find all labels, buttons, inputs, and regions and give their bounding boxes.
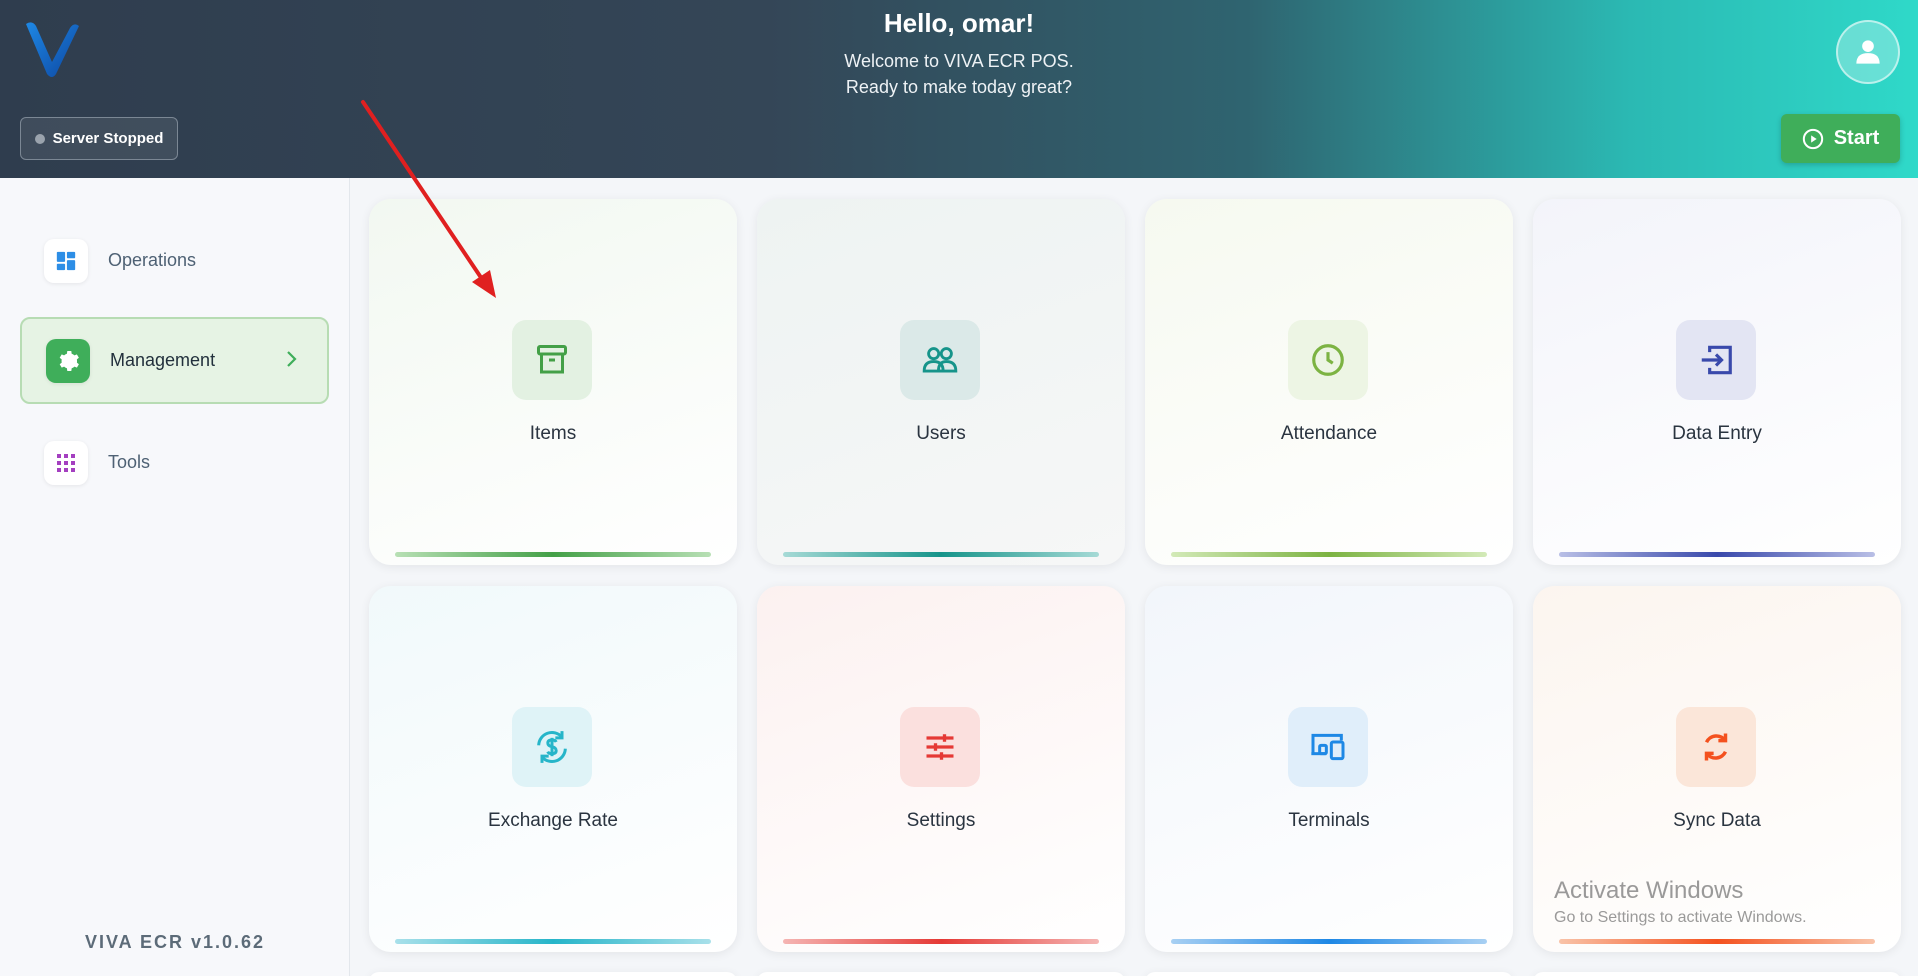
currency-exchange-icon [512, 707, 592, 787]
sidebar-item-label: Tools [108, 452, 151, 472]
greeting-title: Hello, omar! [883, 8, 1035, 38]
card-accent-bar [395, 552, 711, 557]
dashboard-icon [44, 238, 88, 283]
welcome-text: Welcome to VIVA ECR POS. [844, 51, 1074, 71]
chevron-right-icon [287, 351, 297, 367]
sidebar: Operations Management Tools VIVA ECR v1.… [0, 178, 350, 976]
watermark-title: Activate Windows [1554, 877, 1744, 904]
card-partial [1533, 972, 1901, 976]
card-label: Items [529, 423, 577, 444]
card-accent-bar [783, 552, 1099, 557]
card-accent-bar [395, 939, 711, 944]
user-avatar-button[interactable] [1836, 20, 1900, 84]
card-partial [1145, 972, 1513, 976]
clock-icon [1288, 320, 1368, 400]
card-label: Sync Data [1673, 810, 1761, 831]
start-label: Start [1833, 127, 1880, 149]
card-label: Users [916, 423, 966, 444]
card-accent-bar [1171, 552, 1487, 557]
sidebar-item-label: Management [110, 350, 216, 370]
play-circle-icon [1802, 128, 1823, 149]
card-label: Exchange Rate [488, 810, 618, 831]
login-arrow-icon [1676, 320, 1756, 400]
card-partial [757, 972, 1125, 976]
card-label: Terminals [1288, 810, 1370, 831]
users-icon [900, 320, 980, 400]
devices-icon [1288, 707, 1368, 787]
app-version: VIVA ECR v1.0.62 [84, 932, 266, 952]
archive-box-icon [512, 320, 592, 400]
user-icon [1856, 40, 1880, 64]
windows-activation-watermark: Activate Windows Go to Settings to activ… [1554, 876, 1807, 930]
card-data-entry[interactable]: Data Entry [1533, 199, 1901, 565]
server-status-button[interactable]: Server Stopped [20, 117, 178, 160]
sidebar-item-management[interactable]: Management [20, 317, 329, 404]
card-items[interactable]: Items [369, 199, 737, 565]
sidebar-item-operations[interactable]: Operations [20, 217, 329, 304]
card-accent-bar [1559, 939, 1875, 944]
card-label: Settings [906, 810, 976, 831]
sliders-icon [900, 707, 980, 787]
gear-icon [46, 338, 90, 383]
card-partial [369, 972, 737, 976]
card-users[interactable]: Users [757, 199, 1125, 565]
card-label: Attendance [1280, 423, 1378, 444]
sync-icon [1676, 707, 1756, 787]
grid-icon [44, 440, 88, 485]
sidebar-item-tools[interactable]: Tools [20, 419, 329, 506]
sidebar-item-label: Operations [108, 250, 197, 270]
server-status-label: Server Stopped [52, 130, 164, 147]
card-accent-bar [783, 939, 1099, 944]
card-accent-bar [1171, 939, 1487, 944]
start-server-button[interactable]: Start [1781, 114, 1900, 163]
top-header: Server Stopped Hello, omar! Welcome to V… [0, 0, 1918, 178]
card-terminals[interactable]: Terminals [1145, 586, 1513, 952]
card-accent-bar [1559, 552, 1875, 557]
card-attendance[interactable]: Attendance [1145, 199, 1513, 565]
greeting-block: Hello, omar! Welcome to VIVA ECR POS. Re… [0, 8, 1918, 100]
card-settings[interactable]: Settings [757, 586, 1125, 952]
card-label: Data Entry [1672, 423, 1762, 444]
card-exchange-rate[interactable]: Exchange Rate [369, 586, 737, 952]
status-dot-icon [34, 133, 45, 144]
tagline-text: Ready to make today great? [845, 77, 1073, 97]
watermark-subtitle: Go to Settings to activate Windows. [1554, 909, 1807, 926]
